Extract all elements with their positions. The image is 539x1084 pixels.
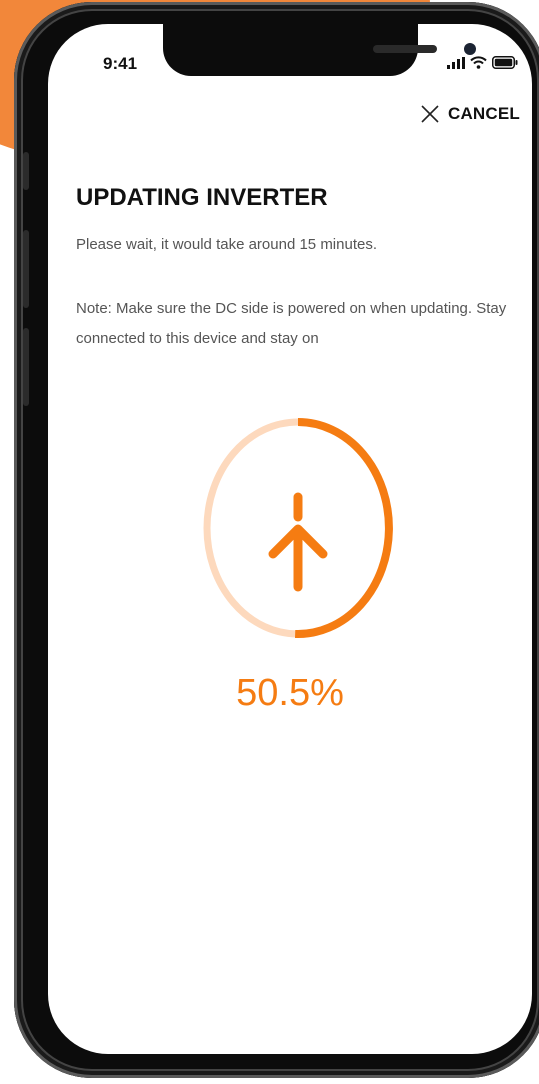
status-time: 9:41: [103, 54, 138, 73]
close-icon: [421, 105, 439, 123]
front-camera: [464, 43, 476, 55]
signal-icon: [447, 56, 465, 69]
phone-frame: 9:41 CANCEL UPDATING INVERTER Please wai…: [14, 2, 539, 1078]
progress-indicator: [202, 417, 394, 639]
battery-icon: [492, 56, 518, 69]
progress-percent: 50.5%: [236, 672, 344, 714]
volume-down-button: [23, 328, 29, 406]
progress-ring: [203, 418, 393, 638]
mockup-stage: 9:41 CANCEL UPDATING INVERTER Please wai…: [0, 0, 539, 1084]
cancel-button[interactable]: CANCEL: [420, 104, 520, 124]
volume-up-button: [23, 230, 29, 308]
status-icons: [447, 56, 518, 69]
notch: [163, 24, 476, 76]
update-note: Note: Make sure the DC side is powered o…: [76, 300, 507, 347]
speaker-grille: [373, 45, 437, 53]
upload-arrow-icon: [268, 492, 328, 592]
silent-switch: [23, 152, 29, 190]
wait-message: Please wait, it would take around 15 min…: [76, 236, 378, 253]
cancel-label: CANCEL: [447, 104, 520, 123]
wifi-icon: [470, 56, 487, 69]
page-title: UPDATING INVERTER: [76, 184, 328, 211]
progress-arc: [295, 418, 393, 638]
phone-screen: 9:41 CANCEL UPDATING INVERTER Please wai…: [48, 24, 532, 1054]
